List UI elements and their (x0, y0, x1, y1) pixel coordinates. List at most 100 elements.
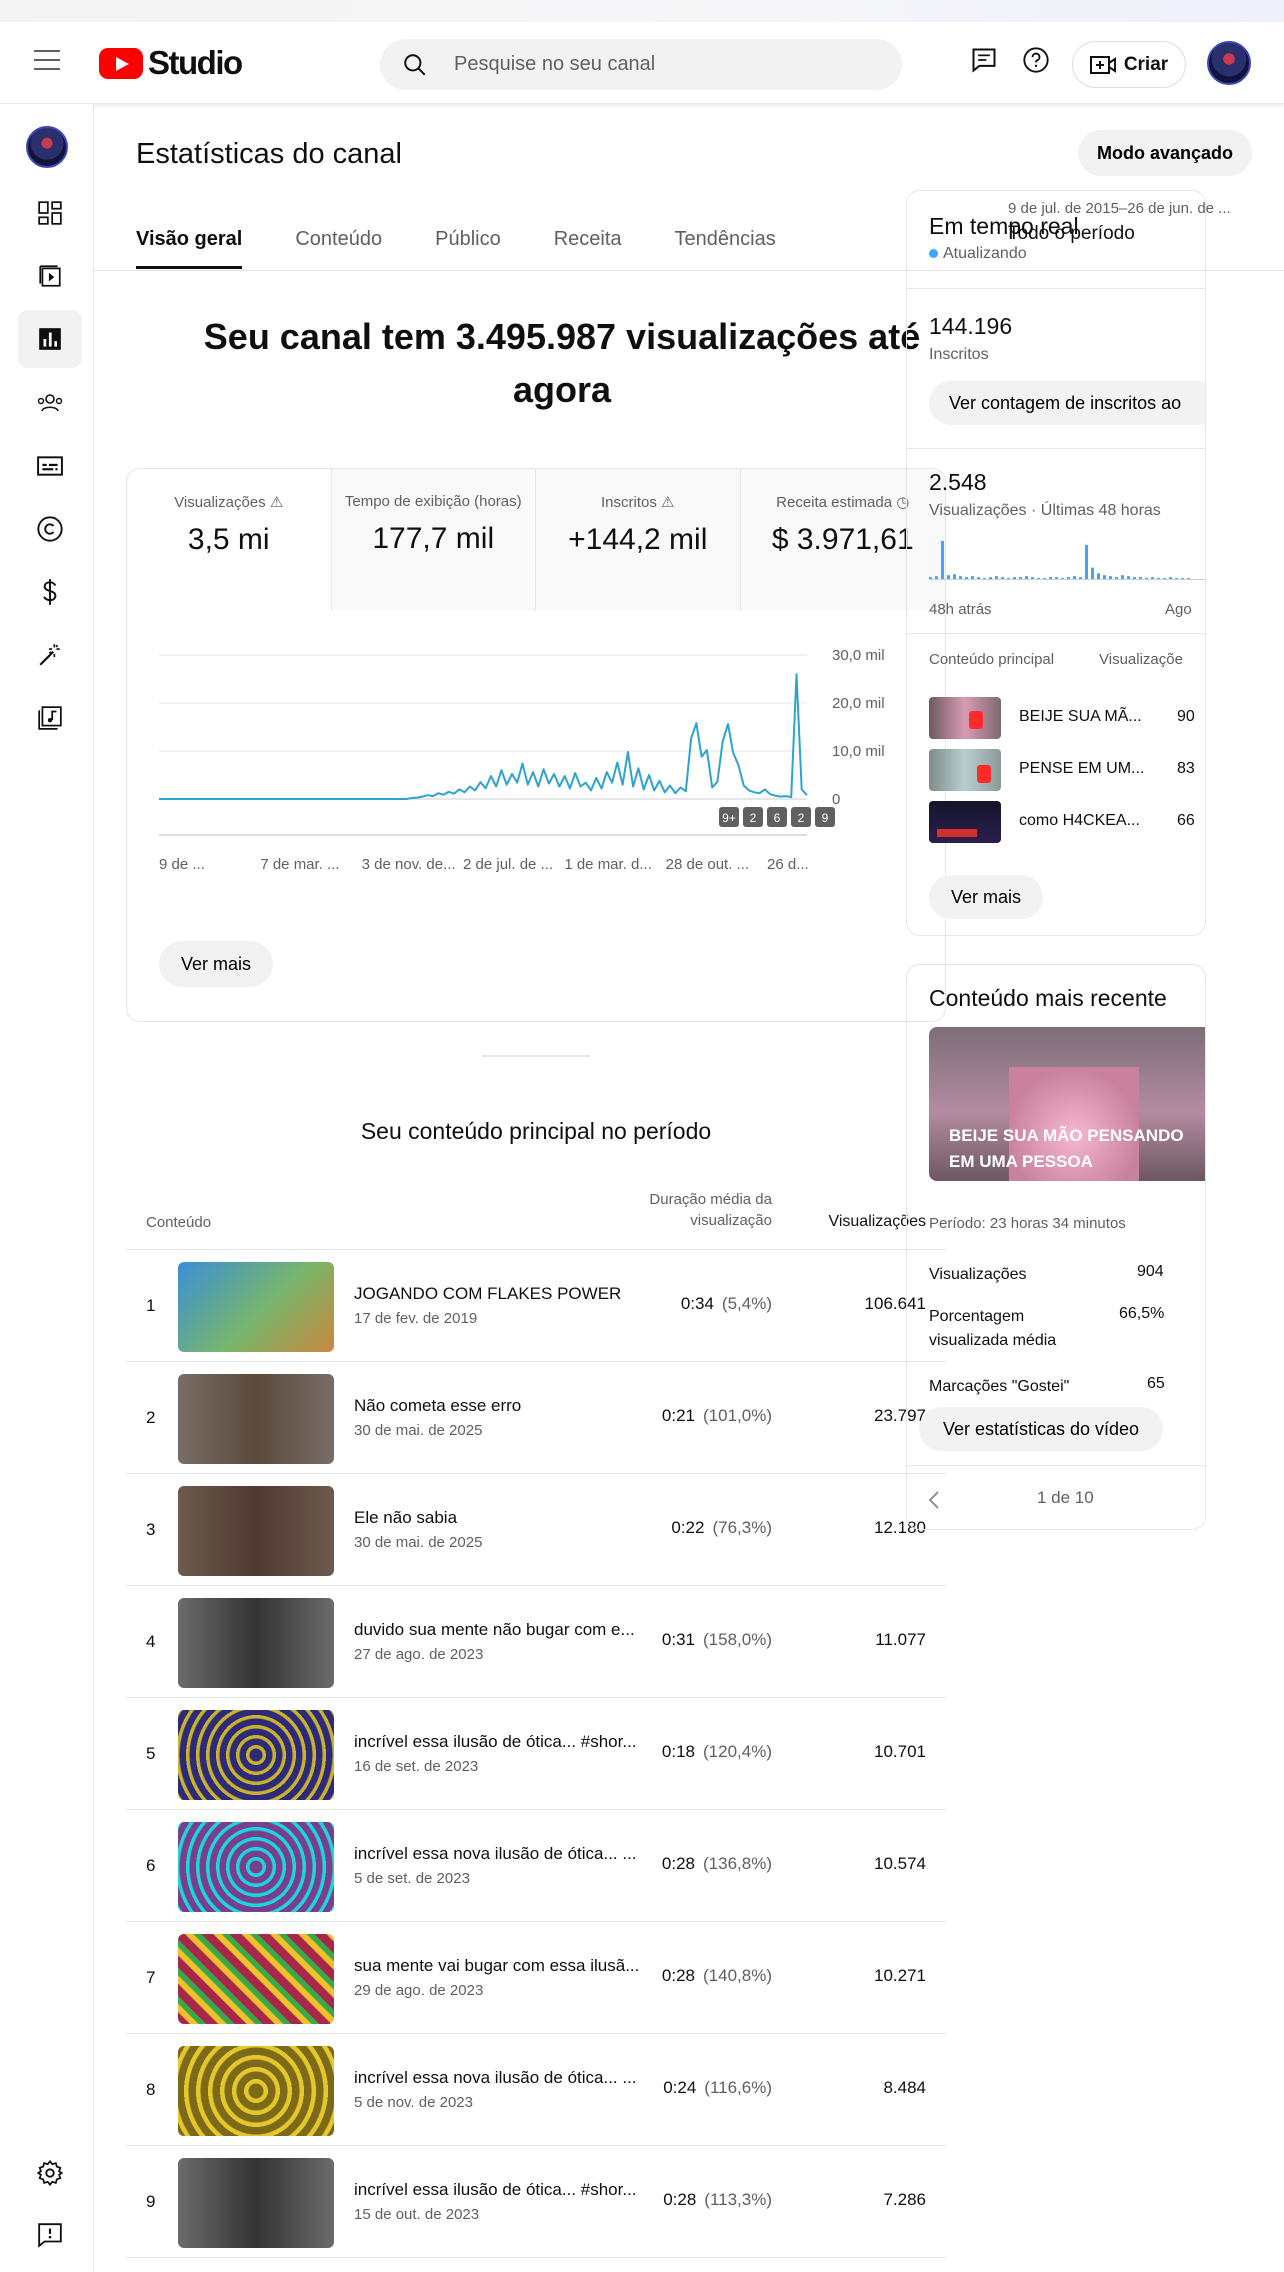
annotation-marker[interactable]: 9 (815, 807, 835, 827)
table-row[interactable]: 9 incrível essa ilusão de ótica... #shor.… (126, 2146, 946, 2258)
sidebar-item-content[interactable] (18, 247, 82, 305)
gear-icon (36, 2159, 64, 2187)
tab-audience[interactable]: Público (435, 228, 501, 269)
annotation-marker[interactable]: 2 (743, 807, 763, 827)
tab-content[interactable]: Conteúdo (295, 228, 382, 269)
sidebar-item-customization[interactable] (18, 626, 82, 684)
video-thumbnail[interactable] (178, 1374, 334, 1464)
tab-trends[interactable]: Tendências (675, 228, 776, 269)
video-thumbnail[interactable] (178, 1710, 334, 1800)
feedback-message-icon[interactable] (970, 46, 998, 74)
annotation-marker[interactable]: 2 (791, 807, 811, 827)
view-count: 10.574 (874, 1854, 926, 1873)
recent-video-thumbnail[interactable]: BEIJE SUA MÃO PENSANDO EM UMA PESSOA (929, 1027, 1205, 1181)
see-more-button[interactable]: Ver mais (159, 941, 273, 987)
search-box[interactable] (380, 39, 902, 90)
col-avg-duration[interactable]: Duração média da visualização (626, 1189, 772, 1231)
account-avatar[interactable] (1207, 41, 1251, 85)
add-video-icon (1089, 55, 1116, 74)
video-date: 16 de set. de 2023 (354, 1758, 479, 1775)
sidebar-item-audio-library[interactable] (18, 689, 82, 747)
table-row[interactable]: 3 Ele não sabia 30 de mai. de 2025 0:22 (76,… (126, 1474, 946, 1586)
tab-revenue[interactable]: Receita (554, 228, 622, 269)
table-row[interactable]: 2 Não cometa esse erro 30 de mai. de 2025 0… (126, 1362, 946, 1474)
channel-avatar[interactable] (26, 126, 68, 168)
realtime-bar (1007, 578, 1010, 579)
video-stats-button[interactable]: Ver estatísticas do vídeo (919, 1407, 1163, 1451)
annotation-marker[interactable]: 9+ (719, 807, 739, 827)
list-item[interactable]: como H4CKEA... 66 (929, 801, 1205, 845)
video-title[interactable]: sua mente vai bugar com essa ilusã... (354, 1956, 644, 1976)
browser-band (0, 0, 1284, 22)
subscriber-count-button[interactable]: Ver contagem de inscritos ao (929, 381, 1205, 425)
video-title[interactable]: incrível essa nova ilusão de ótica... ..… (354, 2068, 644, 2088)
tab-overview[interactable]: Visão geral (136, 228, 243, 269)
video-thumbnail[interactable] (178, 1262, 334, 1352)
video-title[interactable]: incrível essa ilusão de ótica... #shor..… (354, 2180, 644, 2200)
realtime-bar (1001, 577, 1004, 579)
realtime-bar (1187, 578, 1190, 579)
table-row[interactable]: 4 duvido sua mente não bugar com e... 27 d… (126, 1586, 946, 1698)
table-row[interactable]: 8 incrível essa nova ilusão de ótica... .… (126, 2034, 946, 2146)
warning-icon: ⚠ (661, 494, 675, 511)
table-row[interactable]: 1 JOGANDO COM FLAKES POWER 17 de fev. de 2… (126, 1250, 946, 1362)
video-title[interactable]: Não cometa esse erro (354, 1396, 644, 1416)
video-thumbnail[interactable] (178, 1598, 334, 1688)
svg-text:2: 2 (798, 811, 805, 825)
avg-duration: 0:34 (5,4%) (626, 1294, 772, 1314)
video-thumbnail[interactable] (178, 2046, 334, 2136)
video-title[interactable]: incrível essa ilusão de ótica... #shor..… (354, 1732, 644, 1752)
list-item[interactable]: BEIJE SUA MÃ... 90 (929, 697, 1205, 741)
sidebar-item-dashboard[interactable] (18, 184, 82, 242)
table-row[interactable]: 5 incrível essa ilusão de ótica... #shor.… (126, 1698, 946, 1810)
duration-percent: (116,6%) (704, 2078, 772, 2097)
chevron-left-icon[interactable] (927, 1490, 941, 1510)
metric-value: +144,2 mil (568, 523, 708, 556)
studio-logo[interactable]: Studio (99, 44, 243, 82)
item-title: BEIJE SUA MÃ... (1019, 708, 1142, 725)
search-input[interactable] (454, 39, 874, 90)
realtime-views: 2.548 (929, 469, 987, 495)
metric-views[interactable]: Visualizações ⚠ 3,5 mi (127, 469, 332, 611)
realtime-bar (1139, 577, 1142, 579)
table-row[interactable]: 7 sua mente vai bugar com essa ilusã... 29… (126, 1922, 946, 2034)
realtime-bar-chart (929, 541, 1205, 580)
sidebar-item-feedback[interactable] (18, 2206, 82, 2264)
sidebar-item-copyright[interactable] (18, 500, 82, 558)
realtime-see-more-button[interactable]: Ver mais (929, 875, 1043, 919)
sidebar-item-community[interactable] (18, 374, 82, 432)
video-title[interactable]: duvido sua mente não bugar com e... (354, 1620, 644, 1640)
metric-watch-time[interactable]: Tempo de exibição (horas) 177,7 mil (331, 469, 536, 611)
realtime-bar (1049, 577, 1052, 579)
realtime-bar (1169, 577, 1172, 579)
video-thumbnail[interactable] (178, 2158, 334, 2248)
table-row[interactable]: 6 incrível essa nova ilusão de ótica... .… (126, 1810, 946, 1922)
video-thumbnail[interactable] (178, 1822, 334, 1912)
overview-card: Visualizações ⚠ 3,5 mi Tempo de exibição… (126, 468, 946, 1022)
video-title[interactable]: JOGANDO COM FLAKES POWER (354, 1284, 644, 1304)
stat-label: Porcentagem visualizada média (929, 1308, 1057, 1349)
metric-subscribers[interactable]: Inscritos ⚠ +144,2 mil (536, 469, 741, 611)
list-item[interactable]: PENSE EM UM... 83 (929, 749, 1205, 793)
help-icon[interactable] (1022, 46, 1050, 74)
view-count: 11.077 (875, 1630, 926, 1649)
create-button[interactable]: Criar (1072, 41, 1186, 88)
video-title[interactable]: incrível essa nova ilusão de ótica... ..… (354, 1844, 644, 1864)
sidebar-item-analytics[interactable] (18, 310, 82, 368)
duration-percent: (140,8%) (703, 1966, 772, 1985)
menu-icon[interactable] (34, 50, 60, 70)
sidebar-item-subtitles[interactable] (18, 437, 82, 495)
sidebar-item-earn[interactable] (18, 563, 82, 621)
realtime-bar (1043, 578, 1046, 579)
sidebar-item-settings[interactable] (18, 2144, 82, 2202)
realtime-bar (1055, 577, 1058, 579)
annotation-marker[interactable]: 6 (767, 807, 787, 827)
video-thumbnail[interactable] (178, 1934, 334, 2024)
video-thumbnail[interactable] (178, 1486, 334, 1576)
table-header: Conteúdo Duração média da visualização V… (126, 1186, 946, 1250)
video-title[interactable]: Ele não sabia (354, 1508, 644, 1528)
advanced-mode-button[interactable]: Modo avançado (1078, 130, 1252, 176)
subtitles-icon (37, 456, 63, 476)
pager: 1 de 10 (907, 1465, 1205, 1529)
subscriber-count: 144.196 (929, 313, 1013, 339)
